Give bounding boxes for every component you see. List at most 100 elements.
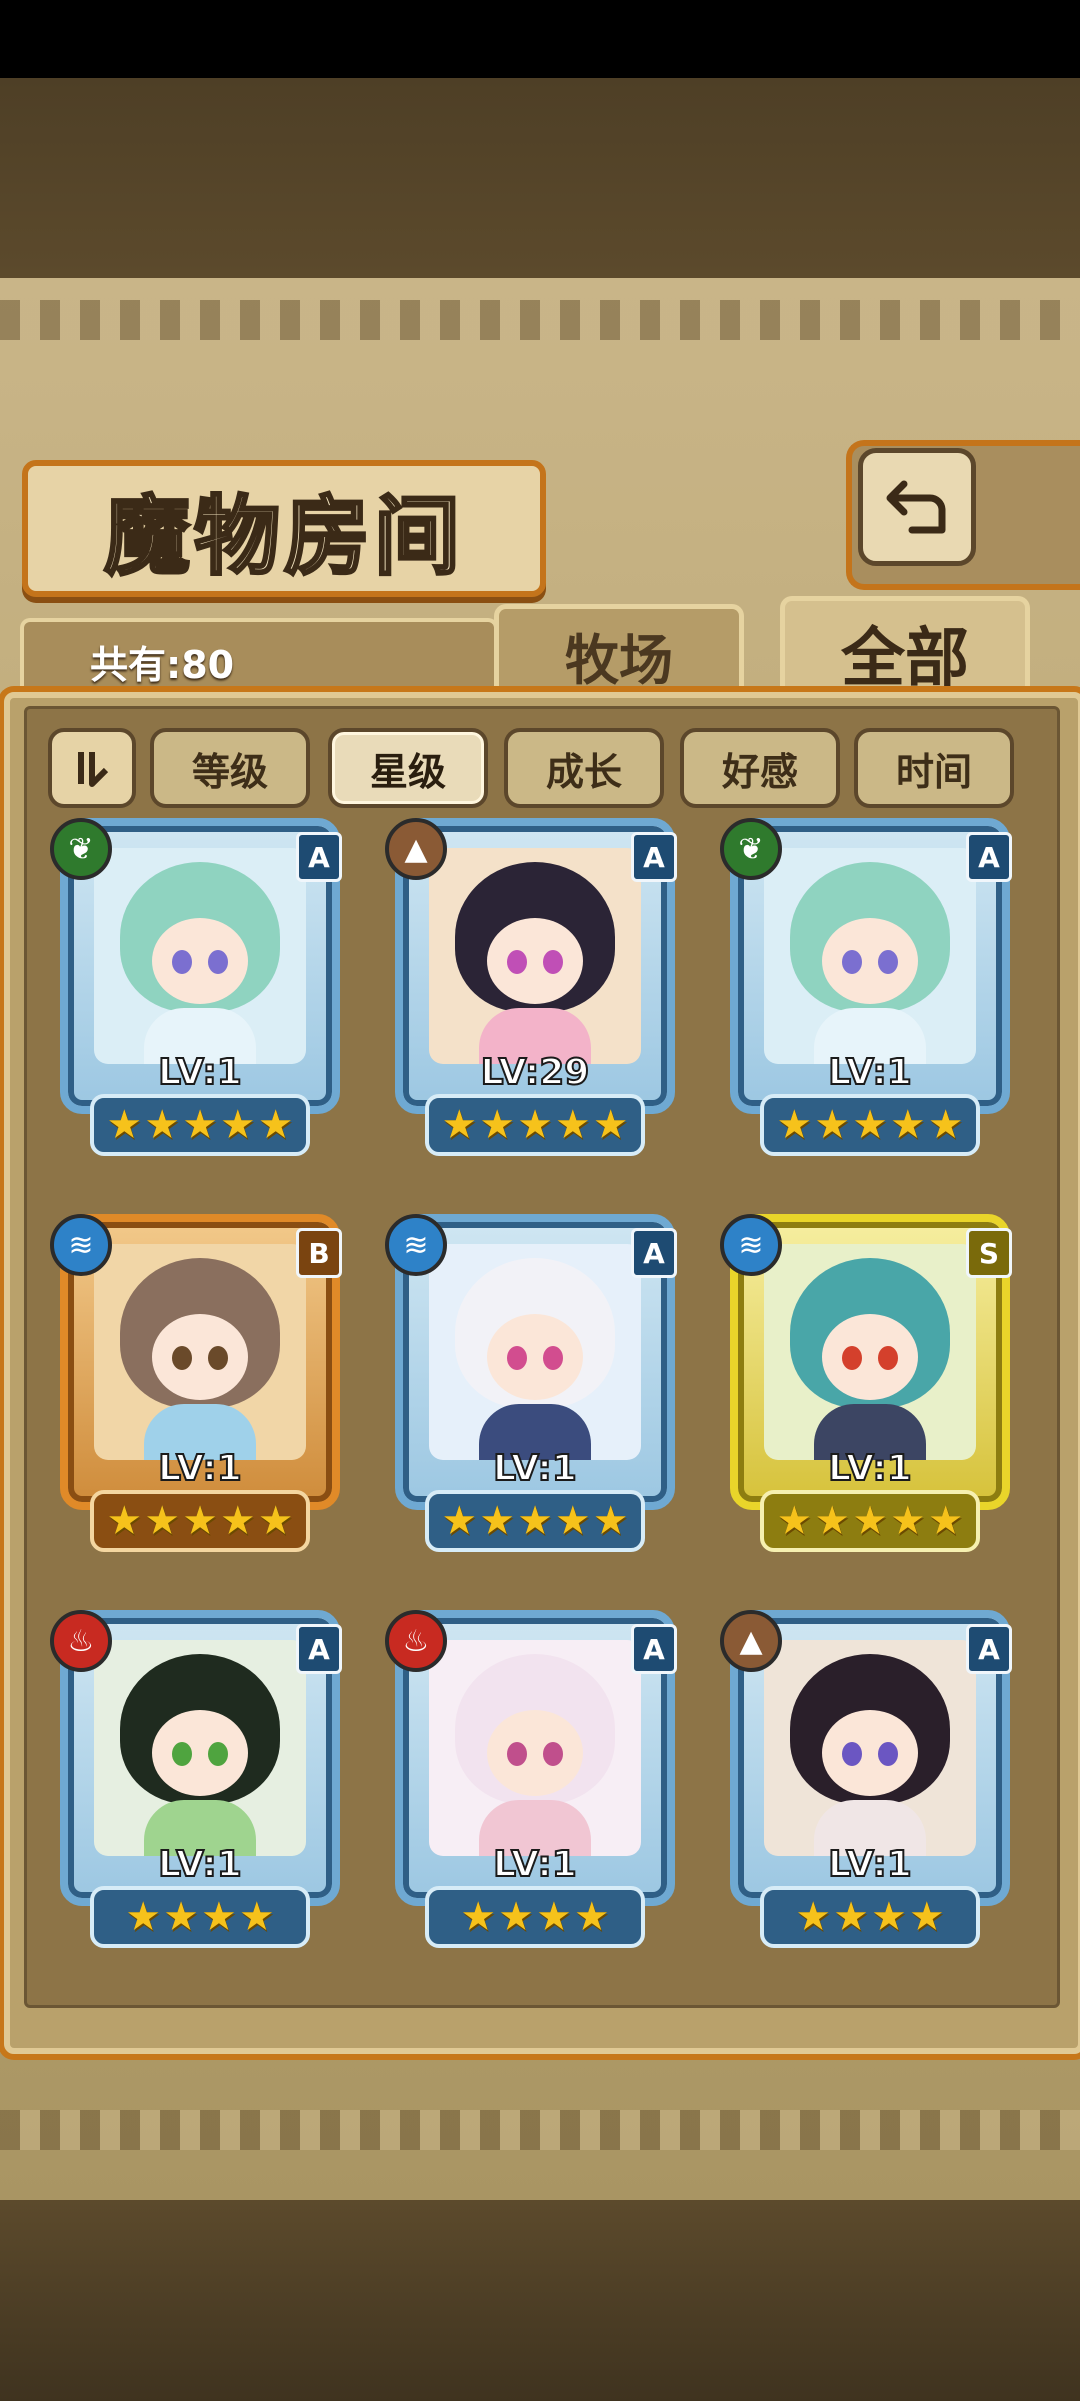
portrait-face xyxy=(487,1710,583,1796)
sort-level-button[interactable]: 等级 xyxy=(150,728,310,808)
star-icon: ★ xyxy=(257,1102,294,1148)
portrait-eye xyxy=(507,950,527,974)
sort-star-button[interactable]: 星级 xyxy=(328,728,488,808)
portrait-eye xyxy=(507,1742,527,1766)
star-rating: ★ ★ ★ ★ ★ xyxy=(760,1094,980,1156)
portrait-face xyxy=(487,1314,583,1400)
star-rating: ★ ★ ★ ★ ★ xyxy=(90,1094,310,1156)
star-icon: ★ xyxy=(908,1894,945,1940)
monster-portrait xyxy=(764,1244,976,1460)
portrait-face xyxy=(152,918,248,1004)
star-icon: ★ xyxy=(592,1102,629,1148)
rank-badge: A xyxy=(631,1624,677,1674)
level-label: LV:1 xyxy=(827,1843,913,1886)
star-icon: ★ xyxy=(479,1498,516,1544)
portrait-eye xyxy=(878,1346,898,1370)
star-icon: ★ xyxy=(592,1498,629,1544)
monster-portrait xyxy=(94,848,306,1064)
portrait-eye xyxy=(878,1742,898,1766)
monster-card[interactable]: ♨ A LV:1 ★ ★ ★ ★ xyxy=(50,1610,350,1950)
rank-badge: S xyxy=(966,1228,1012,1278)
star-icon: ★ xyxy=(106,1102,143,1148)
star-icon: ★ xyxy=(833,1894,869,1940)
portrait-eye xyxy=(842,1742,862,1766)
portrait-face xyxy=(487,918,583,1004)
back-button[interactable] xyxy=(858,448,976,566)
level-label: LV:1 xyxy=(492,1447,578,1490)
star-icon: ★ xyxy=(517,1102,553,1148)
monster-card[interactable]: ≋ B LV:1 ★ ★ ★ ★ ★ xyxy=(50,1214,350,1554)
monster-portrait xyxy=(94,1640,306,1856)
star-icon: ★ xyxy=(144,1498,181,1544)
portrait-eye xyxy=(543,950,563,974)
rank-badge: A xyxy=(631,832,677,882)
star-icon: ★ xyxy=(441,1102,478,1148)
star-icon: ★ xyxy=(554,1498,591,1544)
monster-portrait xyxy=(429,848,641,1064)
star-rating: ★ ★ ★ ★ xyxy=(90,1886,310,1948)
sort-growth-button[interactable]: 成长 xyxy=(504,728,664,808)
portrait-face xyxy=(152,1710,248,1796)
sort-affection-button[interactable]: 好感 xyxy=(680,728,840,808)
star-icon: ★ xyxy=(927,1102,964,1148)
portrait-eye xyxy=(543,1742,563,1766)
water-icon: ≋ xyxy=(50,1214,112,1276)
portrait-eye xyxy=(878,950,898,974)
star-icon: ★ xyxy=(517,1498,553,1544)
nature-icon: ❦ xyxy=(720,818,782,880)
page-title: 魔物房间 xyxy=(103,485,464,589)
portrait-eye xyxy=(208,1346,228,1370)
monster-card[interactable]: ≋ A LV:1 ★ ★ ★ ★ ★ xyxy=(385,1214,685,1554)
star-icon: ★ xyxy=(201,1894,237,1940)
rank-badge: A xyxy=(966,832,1012,882)
star-icon: ★ xyxy=(852,1498,888,1544)
star-icon: ★ xyxy=(219,1102,256,1148)
rank-badge: A xyxy=(296,832,342,882)
star-rating: ★ ★ ★ ★ ★ xyxy=(425,1490,645,1552)
portrait-eye xyxy=(208,950,228,974)
star-icon: ★ xyxy=(238,1894,275,1940)
star-icon: ★ xyxy=(889,1102,926,1148)
sort-order-toggle[interactable] xyxy=(48,728,136,808)
portrait-eye xyxy=(543,1346,563,1370)
star-icon: ★ xyxy=(554,1102,591,1148)
star-rating: ★ ★ ★ ★ ★ xyxy=(760,1490,980,1552)
monster-card[interactable]: ♨ A LV:1 ★ ★ ★ ★ xyxy=(385,1610,685,1950)
portrait-eye xyxy=(172,1742,192,1766)
star-icon: ★ xyxy=(814,1102,851,1148)
decor-border-bottom xyxy=(0,2110,1080,2150)
star-icon: ★ xyxy=(441,1498,478,1544)
star-icon: ★ xyxy=(125,1894,162,1940)
monster-portrait xyxy=(764,848,976,1064)
monster-card[interactable]: ▲ A LV:29 ★ ★ ★ ★ ★ xyxy=(385,818,685,1158)
star-icon: ★ xyxy=(106,1498,143,1544)
star-icon: ★ xyxy=(182,1498,218,1544)
portrait-eye xyxy=(842,950,862,974)
rank-badge: B xyxy=(296,1228,342,1278)
star-icon: ★ xyxy=(182,1102,218,1148)
monster-card[interactable]: ❦ A LV:1 ★ ★ ★ ★ ★ xyxy=(720,818,1020,1158)
star-icon: ★ xyxy=(536,1894,572,1940)
portrait-eye xyxy=(172,1346,192,1370)
sort-order-icon xyxy=(78,752,109,787)
star-icon: ★ xyxy=(776,1498,813,1544)
portrait-face xyxy=(152,1314,248,1400)
portrait-face xyxy=(822,918,918,1004)
star-icon: ★ xyxy=(460,1894,497,1940)
monster-card[interactable]: ▲ A LV:1 ★ ★ ★ ★ xyxy=(720,1610,1020,1950)
monster-card[interactable]: ≋ S LV:1 ★ ★ ★ ★ ★ xyxy=(720,1214,1020,1554)
level-label: LV:1 xyxy=(157,1447,243,1490)
star-icon: ★ xyxy=(927,1498,964,1544)
tab-all[interactable]: 全部 xyxy=(780,596,1030,705)
monster-portrait xyxy=(429,1640,641,1856)
monster-card[interactable]: ❦ A LV:1 ★ ★ ★ ★ ★ xyxy=(50,818,350,1158)
level-label: LV:1 xyxy=(157,1051,243,1094)
star-icon: ★ xyxy=(219,1498,256,1544)
star-rating: ★ ★ ★ ★ xyxy=(425,1886,645,1948)
sort-time-button[interactable]: 时间 xyxy=(854,728,1014,808)
level-label: LV:1 xyxy=(157,1843,243,1886)
portrait-eye xyxy=(208,1742,228,1766)
monster-portrait xyxy=(764,1640,976,1856)
star-icon: ★ xyxy=(498,1894,534,1940)
tab-ranch[interactable]: 牧场 xyxy=(494,604,744,701)
